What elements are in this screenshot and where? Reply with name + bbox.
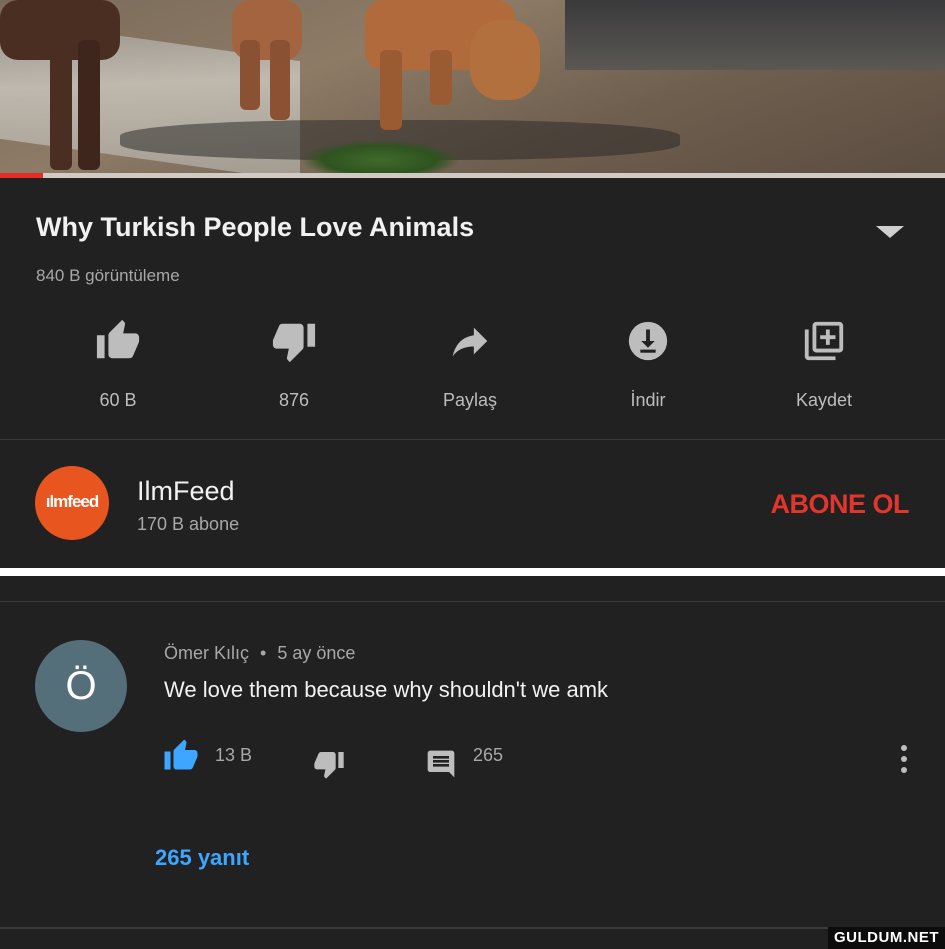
download-label: İndir [630,390,666,410]
dislike-count: 876 [278,390,310,410]
comment-like-button[interactable] [162,738,200,779]
section-separator [0,568,945,576]
share-icon [452,327,488,357]
download-icon [628,321,668,361]
dog-dark-leg [50,40,72,170]
thumb-down-icon [272,323,316,363]
comment-icon [427,750,455,778]
channel-name[interactable]: IlmFeed [137,476,235,507]
divider [0,439,945,440]
save-button[interactable]: Kaydet [764,318,884,411]
save-label: Kaydet [795,390,853,410]
dog-tan-head [470,20,540,100]
share-label: Paylaş [442,390,498,410]
avatar-letter: Ö [65,664,97,708]
dog-dark-leg [78,40,100,170]
subscriber-count: 170 B abone [137,514,240,534]
comment-meta: Ömer Kılıç • 5 ay önce [164,643,355,664]
comment-like-count: 13 B [215,745,253,765]
commenter-avatar[interactable]: Ö [35,640,127,732]
divider [0,927,945,929]
like-button[interactable]: 60 B [58,318,178,411]
comment-time: 5 ay önce [277,643,356,663]
thumb-up-icon [164,739,198,770]
comment-text: We love them because why shouldn't we am… [164,677,609,702]
video-player[interactable] [0,0,945,178]
divider [0,601,945,602]
view-replies-link[interactable]: 265 yanıt [155,845,249,871]
dislike-button[interactable]: 876 [234,318,354,411]
meta-separator: • [260,643,267,663]
more-options-icon[interactable] [899,745,909,778]
video-title[interactable]: Why Turkish People Love Animals [36,212,474,243]
channel-avatar[interactable]: ılmfeed [35,466,109,540]
dog-brown-leg [270,40,290,120]
comment-reply-button[interactable] [424,748,458,785]
dog-brown-leg [240,40,260,110]
video-background-wall [565,0,945,70]
share-button[interactable]: Paylaş [410,318,530,411]
comment-author[interactable]: Ömer Kılıç [164,643,249,663]
view-count: 840 B görüntüleme [36,266,180,285]
subscribe-button[interactable]: ABONE OL [770,489,909,520]
playlist-add-icon [804,321,844,361]
thumb-down-icon [314,752,344,779]
dog-tan-leg [380,50,402,130]
comment-dislike-button[interactable] [312,748,346,785]
download-button[interactable]: İndir [588,318,708,411]
watermark: GULDUM.NET [828,927,945,949]
dog-tan-leg [430,50,452,105]
channel-logo-text: ılmfeed [45,492,100,511]
comment-reply-count: 265 [473,745,504,765]
thumb-up-icon [96,319,140,359]
like-count: 60 B [99,390,137,410]
expand-description-icon[interactable] [876,226,904,238]
